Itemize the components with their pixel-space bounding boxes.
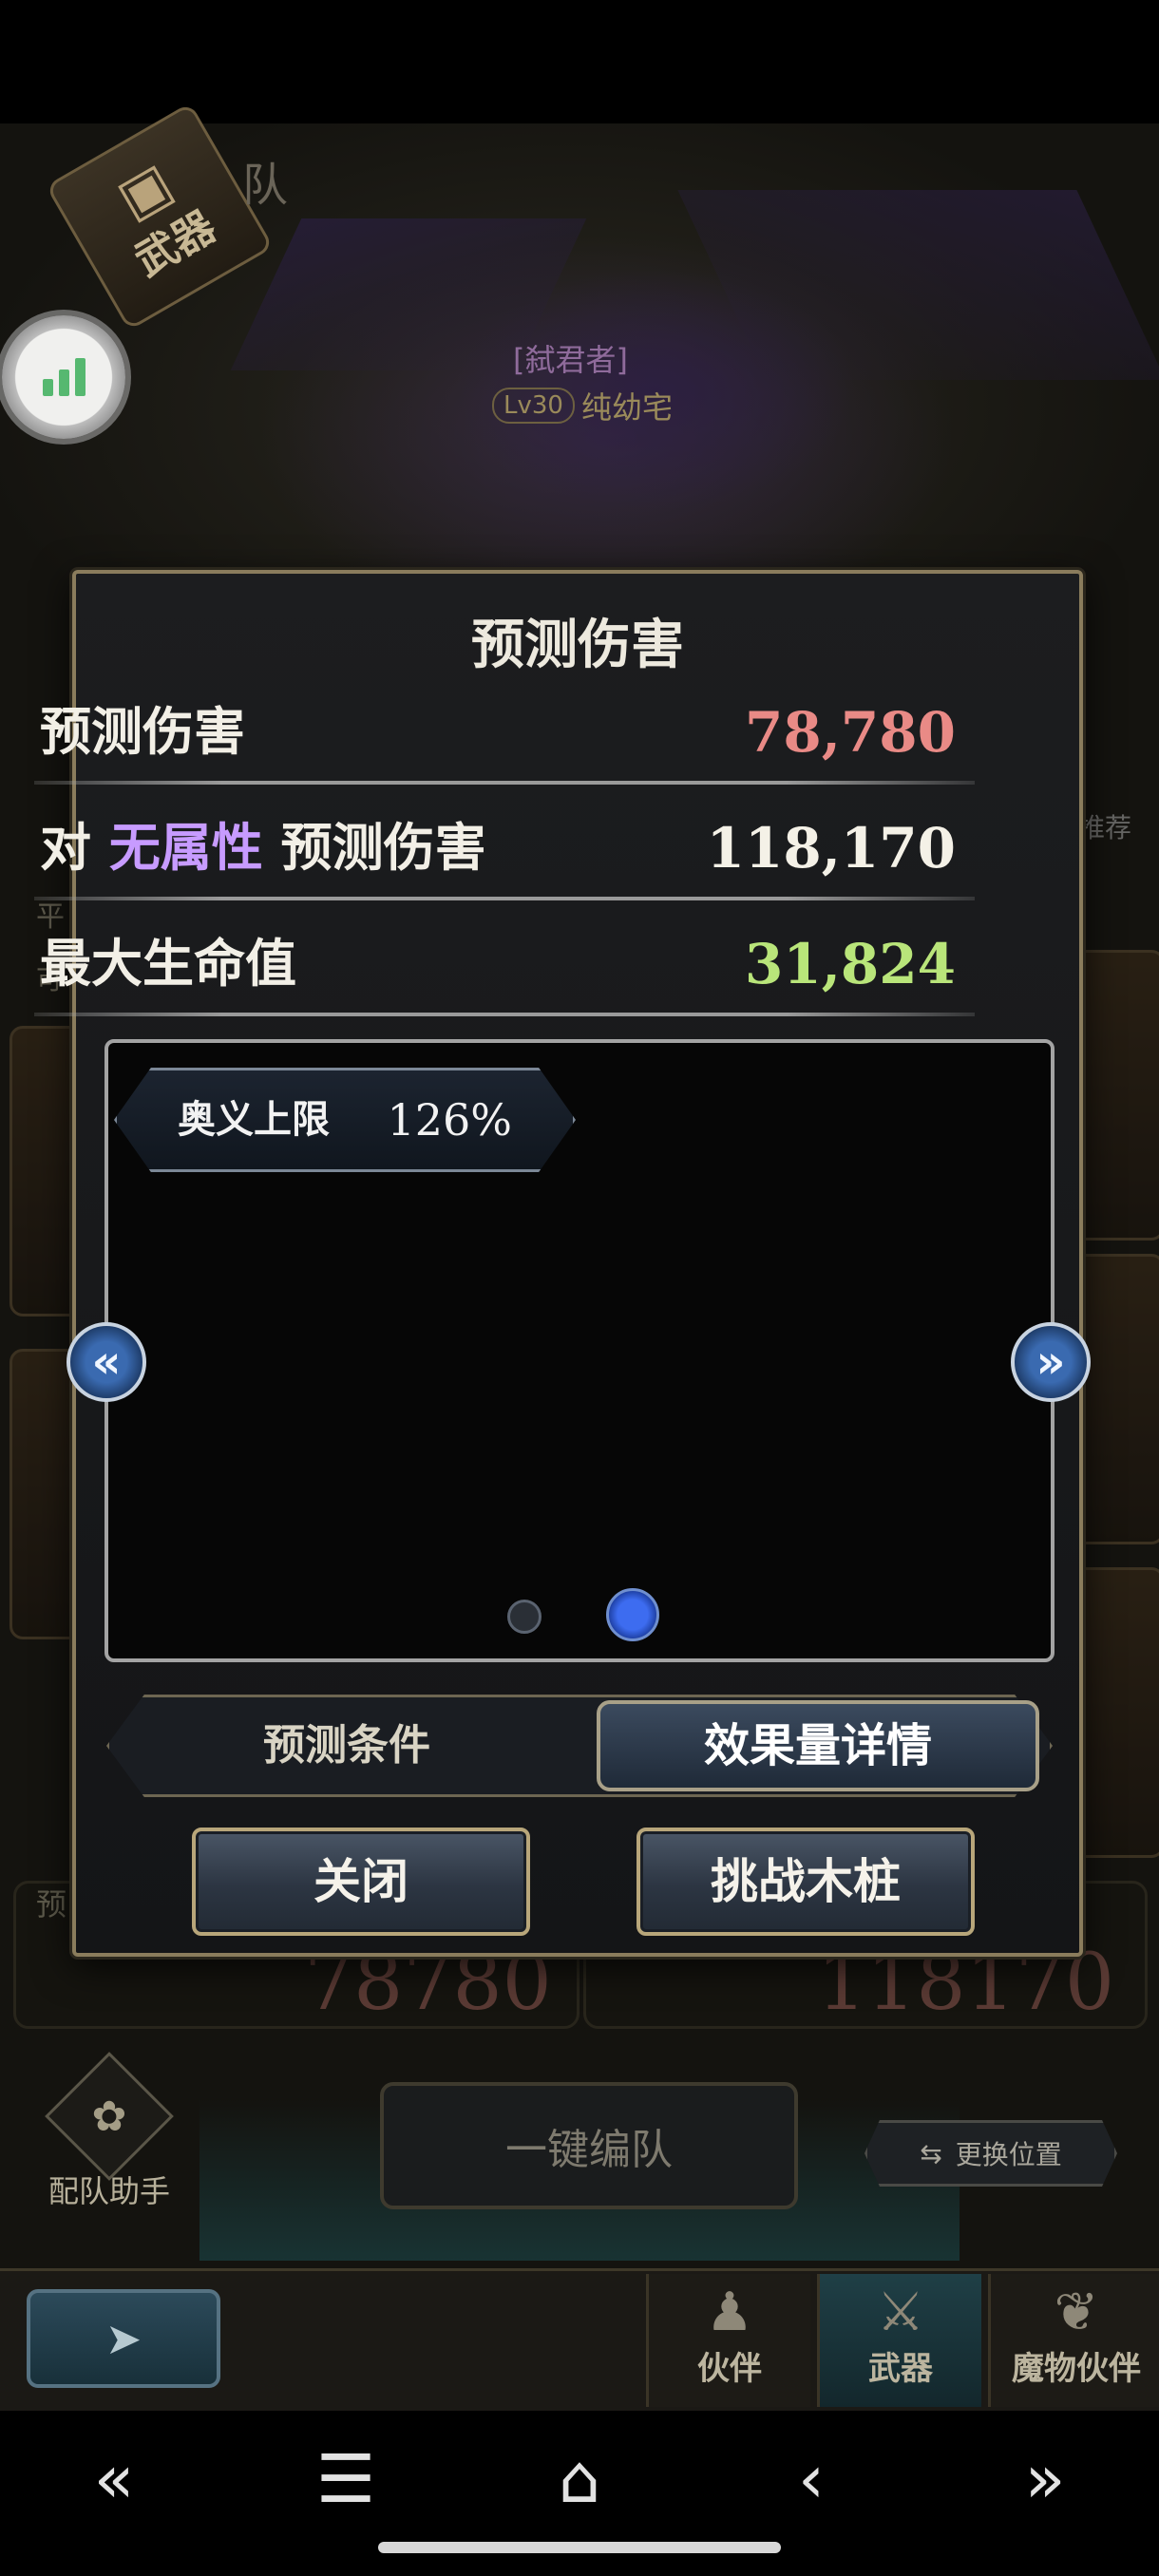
row-divider: [34, 897, 975, 900]
ougi-limit-value: 126%: [387, 1094, 512, 1146]
swap-arrows-icon: ⇆: [920, 2137, 942, 2169]
tab-weapon[interactable]: ⚔ 武器: [817, 2274, 981, 2407]
double-chevron-left-icon: «: [91, 1335, 122, 1389]
attribute-prefix: 对: [40, 818, 91, 878]
predicted-damage-label: 预测伤害: [40, 702, 245, 762]
tab-monster-partner[interactable]: ❦ 魔物伙伴: [988, 2274, 1159, 2407]
bg-recommend-label: 推荐: [1078, 812, 1132, 843]
double-chevron-right-icon[interactable]: »: [988, 2432, 1102, 2527]
gear-leaf-icon: ✿: [91, 2092, 127, 2141]
swap-position-label: 更换位置: [955, 2139, 1062, 2170]
enemy-name: 纯幼宅: [581, 389, 674, 426]
back-button[interactable]: ➤: [27, 2289, 220, 2388]
team-assist-button[interactable]: ✿ 配队助手: [38, 2052, 180, 2211]
max-hp-value: 31,824: [745, 932, 956, 996]
tab-label: 魔物伙伴: [1012, 2349, 1141, 2388]
tab-effect-details[interactable]: 效果量详情: [597, 1700, 1039, 1791]
attribute-damage-value: 118,170: [706, 816, 956, 881]
auto-team-button[interactable]: 一键编队: [380, 2082, 798, 2209]
max-hp-label: 最大生命值: [40, 934, 296, 994]
menu-icon[interactable]: ☰: [289, 2432, 403, 2527]
row-divider: [34, 1013, 975, 1016]
bar-chart-icon: [42, 358, 86, 396]
dialog-title: 预测伤害: [471, 614, 684, 676]
tab-label: 伙伴: [697, 2349, 762, 2388]
crossed-swords-icon: ⚔: [876, 2282, 925, 2343]
page-prev-button[interactable]: «: [66, 1322, 146, 1402]
enemy-title: [弑君者]: [513, 342, 628, 378]
row-divider: [34, 781, 975, 785]
ougi-limit-label: 奥义上限: [178, 1098, 330, 1142]
partner-icon: ♟: [705, 2282, 754, 2343]
attribute-damage-row: 对 无属性 预测伤害 118,170: [34, 796, 975, 900]
chevron-left-icon[interactable]: ‹: [754, 2432, 868, 2527]
status-bar: [0, 0, 1159, 123]
double-chevron-right-icon: »: [1036, 1335, 1066, 1389]
page-next-button[interactable]: »: [1011, 1322, 1091, 1402]
tab-partner[interactable]: ♟ 伙伴: [646, 2274, 810, 2407]
page-indicator-dot[interactable]: [507, 1600, 542, 1634]
stats-button[interactable]: [2, 315, 125, 439]
attribute-name: 无属性: [108, 818, 263, 878]
page-indicator-dot-active[interactable]: [606, 1588, 659, 1641]
tab-label: 武器: [868, 2349, 933, 2388]
ougi-limit-tag: 奥义上限 126%: [114, 1068, 576, 1172]
max-hp-row: 最大生命值 31,824: [34, 912, 975, 1016]
double-chevron-left-icon[interactable]: «: [57, 2432, 171, 2527]
arrow-left-icon: ➤: [104, 2313, 142, 2364]
swap-position-button[interactable]: ⇆ 更换位置: [864, 2120, 1117, 2187]
gesture-handle[interactable]: [378, 2542, 781, 2553]
close-button[interactable]: 关闭: [192, 1828, 530, 1936]
challenge-dummy-button[interactable]: 挑战木桩: [636, 1828, 975, 1936]
predicted-damage-value: 78,780: [745, 700, 956, 765]
team-title: 队: [242, 159, 289, 212]
tab-prediction-conditions[interactable]: 预测条件: [114, 1700, 580, 1791]
bg-left-label: 预: [36, 1886, 67, 1923]
predicted-damage-row: 预测伤害 78,780: [34, 680, 975, 785]
monster-icon: ❦: [1054, 2282, 1099, 2343]
home-icon[interactable]: ⌂: [522, 2432, 636, 2527]
attribute-suffix: 预测伤害: [280, 818, 486, 878]
enemy-level: Lv30: [492, 388, 575, 424]
